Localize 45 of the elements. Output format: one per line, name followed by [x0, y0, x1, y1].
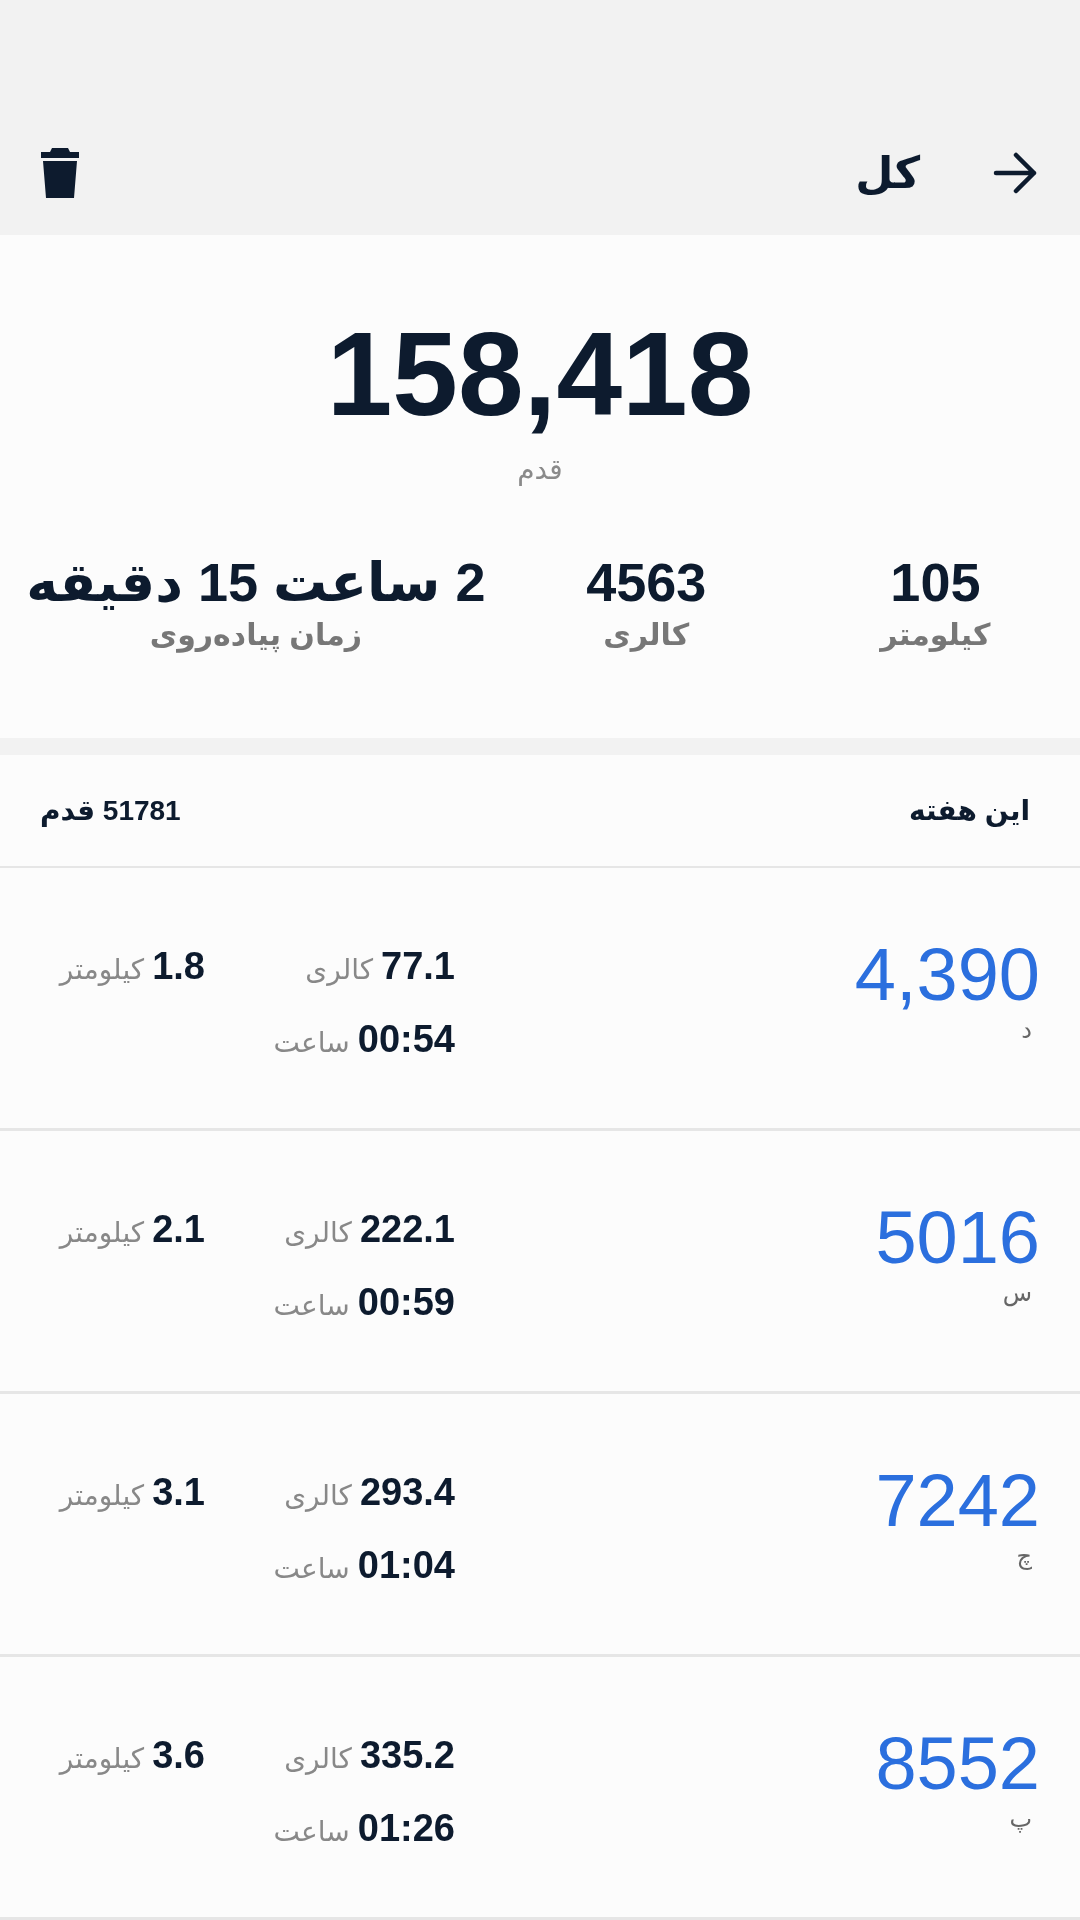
calories-unit: کالری: [284, 1217, 352, 1248]
distance-unit: کیلومتر: [59, 1480, 145, 1511]
time-value: 01:26: [357, 1807, 455, 1849]
trash-icon: [40, 145, 80, 200]
day-steps: 8552: [875, 1722, 1040, 1805]
calories-unit: کالری: [284, 1480, 352, 1511]
day-label: چ: [1016, 1542, 1032, 1569]
stat-value: 105: [890, 552, 981, 612]
day-steps: 7242: [875, 1459, 1040, 1542]
day-label: د: [1021, 1016, 1032, 1043]
day-label: س: [1002, 1279, 1032, 1306]
page-title: کل: [855, 146, 920, 199]
calories-value: 293.4: [359, 1471, 455, 1513]
time-value: 00:54: [357, 1018, 455, 1060]
total-steps: 158,418: [326, 308, 754, 440]
stat-label: زمان پیاده‌روی: [149, 618, 362, 652]
time-unit: ساعت: [273, 1553, 350, 1584]
distance-value: 3.1: [152, 1471, 205, 1513]
day-steps: 5016: [875, 1196, 1040, 1279]
stat-label: کیلومتر: [880, 618, 991, 652]
stat-value: 4563: [586, 552, 707, 612]
week-title: این هفته: [908, 793, 1030, 829]
delete-button[interactable]: [40, 145, 80, 200]
day-label: پ: [1009, 1805, 1032, 1832]
calories-value: 335.2: [359, 1734, 455, 1776]
time-unit: ساعت: [273, 1027, 350, 1058]
day-steps: 4,390: [854, 933, 1040, 1016]
calories-unit: کالری: [305, 954, 374, 985]
distance-value: 1.8: [152, 945, 205, 987]
time-unit: ساعت: [273, 1290, 350, 1321]
distance-unit: کیلومتر: [59, 1743, 145, 1774]
time-value: 00:59: [357, 1281, 455, 1323]
stat-label: کالری: [603, 618, 690, 652]
calories-unit: کالری: [284, 1743, 352, 1774]
distance-value: 2.1: [152, 1208, 205, 1250]
stat-value: 2 ساعت 15 دقیقه: [26, 552, 486, 612]
calories-value: 77.1: [381, 945, 455, 987]
calories-value: 222.1: [359, 1208, 455, 1250]
distance-value: 3.6: [152, 1734, 205, 1776]
distance-unit: کیلومتر: [59, 1217, 145, 1248]
distance-unit: کیلومتر: [59, 954, 145, 985]
week-total: 51781 قدم: [40, 793, 181, 829]
time-value: 01:04: [357, 1544, 455, 1586]
time-unit: ساعت: [273, 1816, 350, 1847]
steps-unit: قدم: [517, 454, 563, 485]
